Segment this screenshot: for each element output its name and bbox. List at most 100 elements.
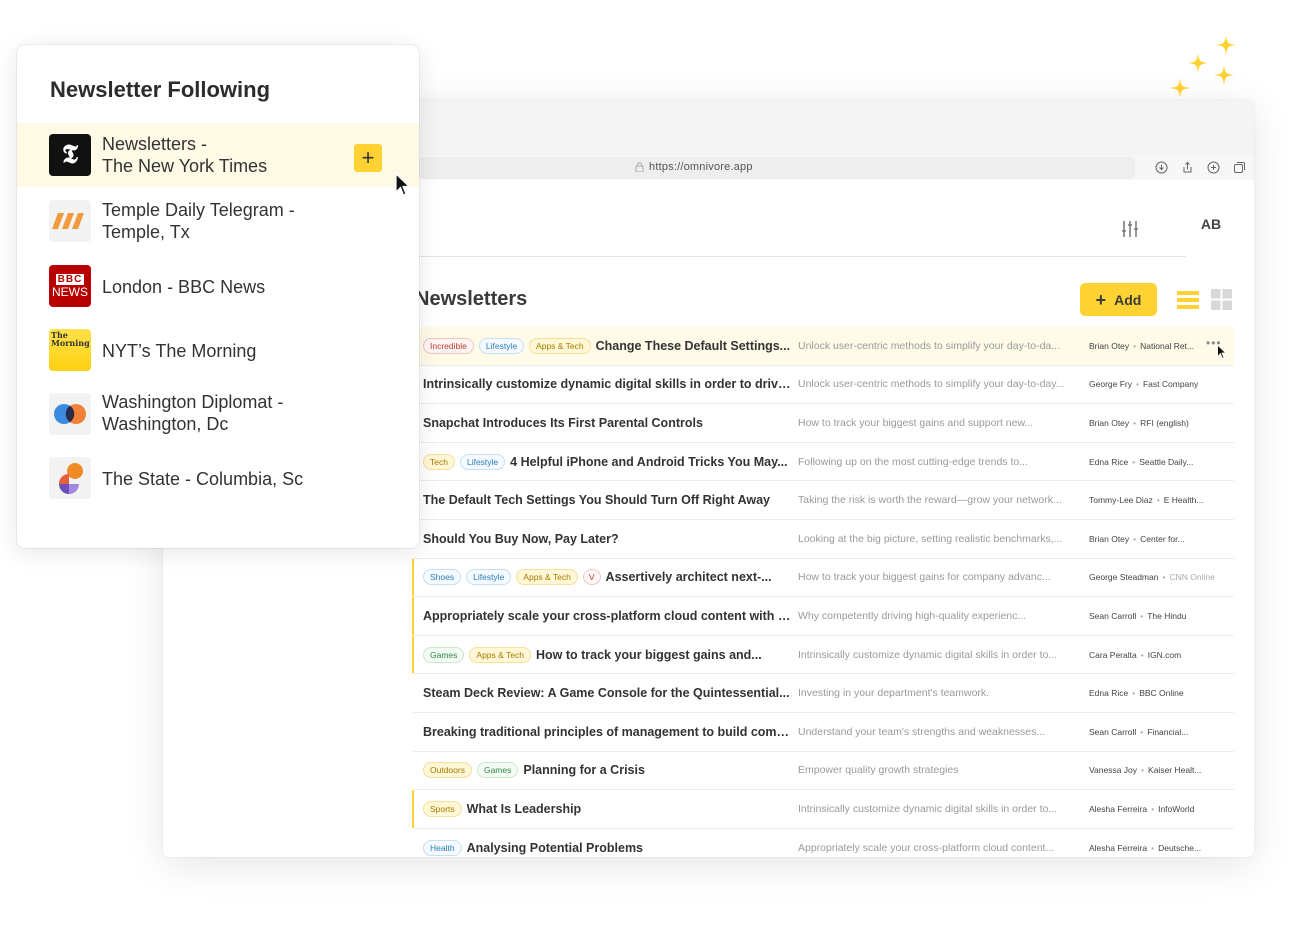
- label-tag[interactable]: Tech: [423, 453, 455, 470]
- article-title[interactable]: What Is Leadership: [467, 802, 582, 816]
- article-row[interactable]: The Default Tech Settings You Should Tur…: [413, 481, 1234, 520]
- article-description: Intrinsically customize dynamic digital …: [798, 802, 1058, 815]
- article-title-group: Sports What Is Leadership: [423, 800, 793, 817]
- article-row[interactable]: Sports What Is Leadership Intrinsically cu…: [412, 790, 1234, 829]
- newsletter-item-nyt[interactable]: 𝕿 Newsletters - The New York Times +: [17, 123, 419, 187]
- label-tag[interactable]: Sports: [423, 800, 462, 817]
- article-meta: Brian Otey • RFI (english): [1089, 418, 1219, 428]
- article-author: Brian Otey: [1089, 533, 1130, 544]
- article-title[interactable]: Steam Deck Review: A Game Console for th…: [423, 686, 790, 700]
- article-meta: George Fry • Fast Company: [1089, 379, 1219, 389]
- article-row[interactable]: Incredible Lifestyle Apps & Tech Change The…: [413, 327, 1234, 366]
- article-meta: Vanessa Joy • Kaiser Healt...: [1089, 765, 1219, 775]
- article-meta: Sean Carroll • The Hindu: [1089, 611, 1219, 621]
- article-row[interactable]: Tech Lifestyle 4 Helpful iPhone and Androi…: [413, 443, 1234, 482]
- article-row[interactable]: Health Analysing Potential Problems Approp…: [413, 829, 1234, 857]
- article-title[interactable]: Intrinsically customize dynamic digital …: [423, 377, 793, 391]
- article-description: Taking the risk is worth the reward—grow…: [798, 494, 1062, 507]
- label-tag[interactable]: Shoes: [423, 569, 462, 586]
- newsletter-item-temple[interactable]: Temple Daily Telegram - Temple, Tx: [17, 189, 419, 253]
- article-title-group: Shoes Lifestyle Apps & Tech V Assertively ar…: [423, 569, 793, 586]
- article-meta: Brian Otey • Center for...: [1089, 534, 1219, 544]
- article-title[interactable]: Change These Default Settings...: [596, 339, 790, 353]
- follow-add-button[interactable]: +: [354, 144, 382, 172]
- avatar[interactable]: AB: [1191, 204, 1231, 244]
- article-list: Incredible Lifestyle Apps & Tech Change The…: [412, 327, 1234, 857]
- newsletter-item-washington-diplomat[interactable]: Washington Diplomat - Washington, Dc: [17, 381, 419, 445]
- article-title-group: Incredible Lifestyle Apps & Tech Change The…: [423, 337, 793, 354]
- new-tab-icon[interactable]: [1205, 159, 1221, 175]
- newsletter-item-bbc[interactable]: BBC NEWS London - BBC News: [17, 255, 419, 319]
- article-title[interactable]: How to track your biggest gains and...: [536, 648, 762, 662]
- label-tag[interactable]: Lifestyle: [466, 569, 512, 586]
- article-description: Unlock user-centric methods to simplify …: [798, 339, 1061, 352]
- separator-dot: •: [1140, 726, 1144, 737]
- separator-dot: •: [1132, 688, 1136, 699]
- label-tag[interactable]: Games: [423, 646, 465, 663]
- article-meta: Alesha Ferreira • InfoWorld: [1089, 804, 1219, 814]
- article-title-group: Outdoors Games Planning for a Crisis: [423, 762, 793, 779]
- newsletter-name: The State - Columbia, Sc: [102, 469, 304, 489]
- article-row[interactable]: Appropriately scale your cross-platform …: [412, 597, 1234, 636]
- article-source: Deutsche...: [1158, 842, 1202, 853]
- separator-dot: •: [1133, 533, 1137, 544]
- newsletter-following-panel: Newsletter Following 𝕿 Newsletters - The…: [17, 45, 419, 548]
- article-row[interactable]: Shoes Lifestyle Apps & Tech V Assertively ar…: [412, 558, 1234, 598]
- article-title[interactable]: 4 Helpful iPhone and Android Tricks You …: [510, 455, 787, 469]
- label-tag[interactable]: Outdoors: [423, 762, 472, 779]
- article-source: InfoWorld: [1158, 803, 1195, 814]
- share-icon[interactable]: [1179, 159, 1195, 175]
- download-icon[interactable]: [1153, 159, 1169, 175]
- label-tag[interactable]: Games: [476, 762, 519, 779]
- article-description: Understand your team's strengths and wea…: [798, 725, 1046, 738]
- article-title-group: Breaking traditional principles of manag…: [423, 725, 793, 739]
- article-title[interactable]: Appropriately scale your cross-platform …: [423, 609, 793, 623]
- article-title[interactable]: Snapchat Introduces Its First Parental C…: [423, 416, 703, 430]
- filter-sliders-icon[interactable]: [1120, 219, 1140, 239]
- label-tag[interactable]: Apps & Tech: [469, 646, 531, 663]
- article-meta: Edna Rice • Seattle Daily...: [1089, 457, 1219, 467]
- article-author: George Steadman: [1089, 572, 1159, 583]
- label-tag[interactable]: Lifestyle: [478, 337, 525, 354]
- article-row[interactable]: Steam Deck Review: A Game Console for th…: [413, 674, 1234, 713]
- article-author: Edna Rice: [1089, 688, 1129, 699]
- article-title-group: The Default Tech Settings You Should Tur…: [423, 493, 793, 507]
- article-title[interactable]: Assertively architect next-...: [606, 570, 772, 584]
- label-tag[interactable]: Apps & Tech: [529, 337, 591, 354]
- article-title[interactable]: Breaking traditional principles of manag…: [423, 725, 793, 739]
- tabs-overview-icon[interactable]: [1231, 159, 1247, 175]
- newsletter-item-the-state[interactable]: The State - Columbia, Sc: [17, 447, 419, 511]
- article-row[interactable]: Breaking traditional principles of manag…: [413, 713, 1234, 752]
- label-tag[interactable]: Apps & Tech: [516, 569, 578, 586]
- add-button-label: Add: [1114, 291, 1142, 308]
- article-source: Fast Company: [1142, 379, 1199, 390]
- article-author: Edna Rice: [1089, 456, 1129, 467]
- article-row[interactable]: Snapchat Introduces Its First Parental C…: [413, 404, 1234, 443]
- list-view-icon[interactable]: [1177, 290, 1199, 310]
- article-title[interactable]: The Default Tech Settings You Should Tur…: [423, 493, 770, 507]
- label-tag[interactable]: V: [582, 569, 601, 586]
- separator-dot: •: [1133, 417, 1137, 428]
- article-source: National Ret...: [1140, 340, 1195, 351]
- label-tag[interactable]: Incredible: [423, 337, 474, 354]
- article-title[interactable]: Planning for a Crisis: [523, 763, 645, 777]
- article-title[interactable]: Should You Buy Now, Pay Later?: [423, 532, 619, 546]
- article-description: Empower quality growth strategies: [798, 764, 959, 777]
- label-tag[interactable]: Health: [423, 839, 462, 856]
- article-row[interactable]: Intrinsically customize dynamic digital …: [413, 366, 1234, 405]
- separator-dot: •: [1136, 379, 1139, 390]
- separator-dot: •: [1151, 842, 1155, 853]
- article-source: Kaiser Healt...: [1148, 765, 1202, 776]
- article-title-group: Appropriately scale your cross-platform …: [423, 609, 793, 623]
- article-row[interactable]: Games Apps & Tech How to track your bigges…: [412, 635, 1234, 675]
- address-bar[interactable]: [419, 157, 1135, 179]
- article-row[interactable]: Should You Buy Now, Pay Later? Looking at…: [413, 520, 1234, 559]
- label-tag[interactable]: Lifestyle: [459, 453, 506, 470]
- article-source: IGN.com: [1147, 649, 1182, 660]
- grid-view-icon[interactable]: [1211, 289, 1232, 310]
- article-title[interactable]: Analysing Potential Problems: [467, 841, 643, 855]
- article-row[interactable]: Outdoors Games Planning for a Crisis Empowe…: [413, 752, 1234, 791]
- divider: [413, 256, 1186, 257]
- add-button[interactable]: + Add: [1080, 283, 1157, 316]
- newsletter-item-the-morning[interactable]: The Morning NYT’s The Morning: [17, 319, 419, 383]
